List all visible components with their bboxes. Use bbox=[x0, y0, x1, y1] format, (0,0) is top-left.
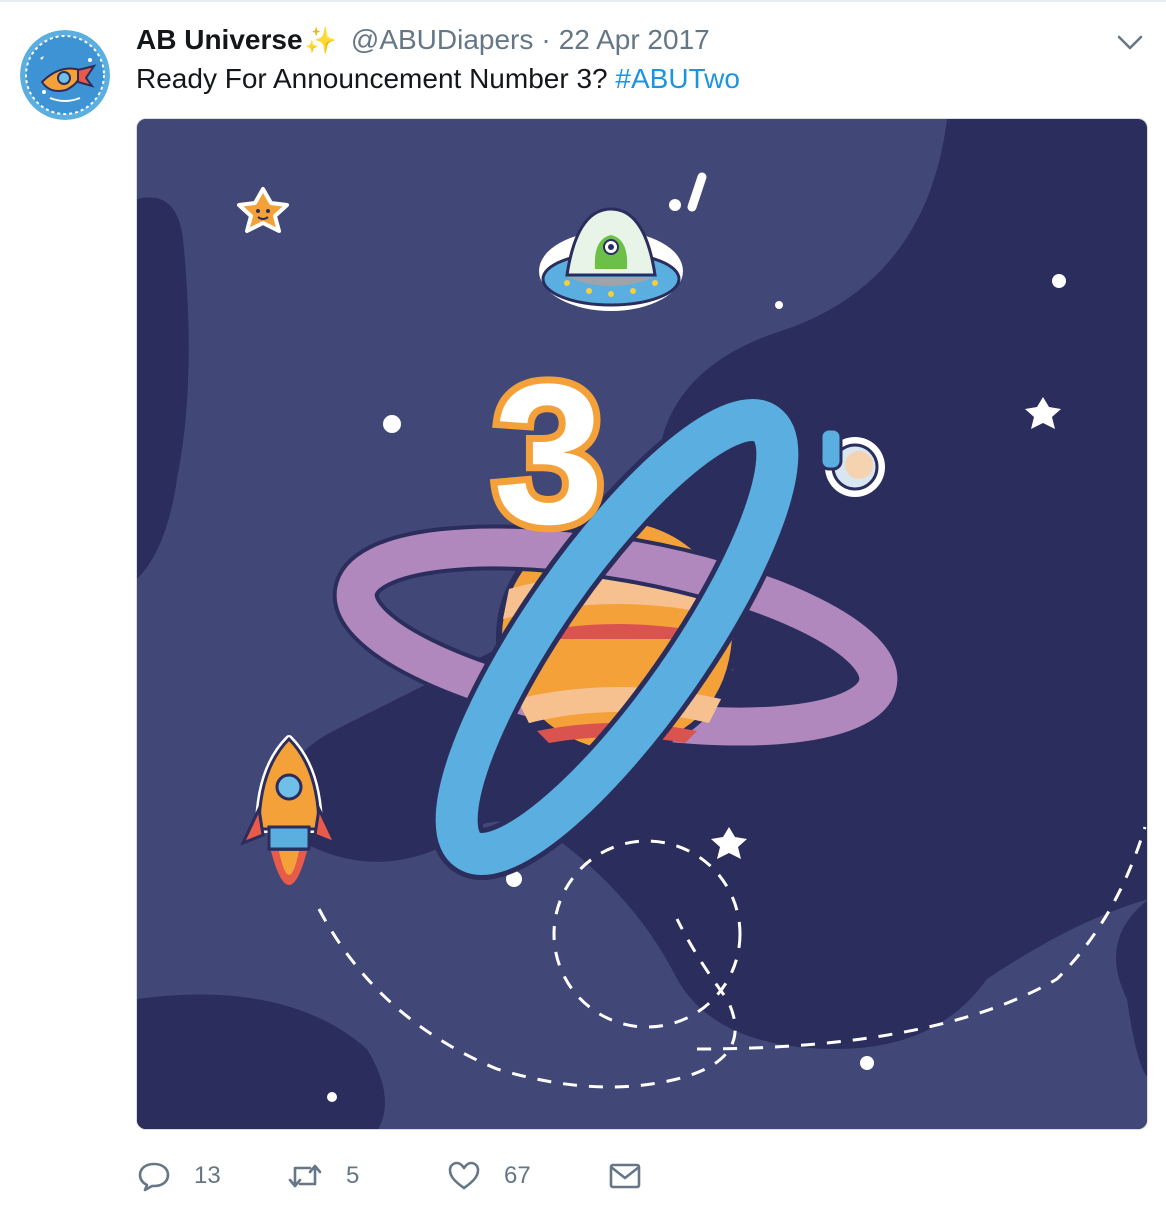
reply-icon bbox=[136, 1158, 172, 1194]
direct-message-icon bbox=[608, 1160, 642, 1192]
like-button[interactable]: 67 bbox=[446, 1158, 608, 1194]
caret-down-icon[interactable] bbox=[1114, 30, 1146, 54]
retweet-count: 5 bbox=[346, 1162, 360, 1189]
tweet-text: Ready For Announcement Number 3? #ABUTwo bbox=[136, 60, 740, 98]
tweet-timestamp[interactable]: 22 Apr 2017 bbox=[559, 24, 710, 56]
reply-button[interactable]: 13 bbox=[136, 1158, 286, 1194]
tweet-actions: 13 5 67 bbox=[136, 1150, 642, 1202]
tweet-media-image[interactable]: 3 bbox=[136, 118, 1148, 1130]
top-divider bbox=[0, 0, 1166, 2]
retweet-button[interactable]: 5 bbox=[286, 1158, 446, 1194]
big-number-three: 3 bbox=[493, 343, 604, 566]
separator-dot: · bbox=[541, 24, 551, 55]
like-icon bbox=[446, 1158, 482, 1194]
display-name[interactable]: AB Universe bbox=[136, 24, 303, 56]
avatar[interactable] bbox=[20, 30, 110, 120]
like-count: 67 bbox=[504, 1162, 531, 1189]
avatar-image bbox=[20, 30, 110, 120]
sparkles-emoji: ✨ bbox=[304, 24, 337, 55]
reply-count: 13 bbox=[194, 1162, 221, 1189]
retweet-icon bbox=[286, 1158, 324, 1194]
tweet-text-body: Ready For Announcement Number 3? bbox=[136, 63, 616, 94]
hashtag-link[interactable]: #ABUTwo bbox=[615, 63, 740, 94]
direct-message-button[interactable] bbox=[608, 1160, 642, 1192]
space-illustration: 3 bbox=[137, 119, 1147, 1129]
tweet-header: AB Universe ✨ @ABUDiapers · 22 Apr 2017 bbox=[136, 22, 710, 58]
username-handle[interactable]: @ABUDiapers bbox=[351, 24, 533, 56]
